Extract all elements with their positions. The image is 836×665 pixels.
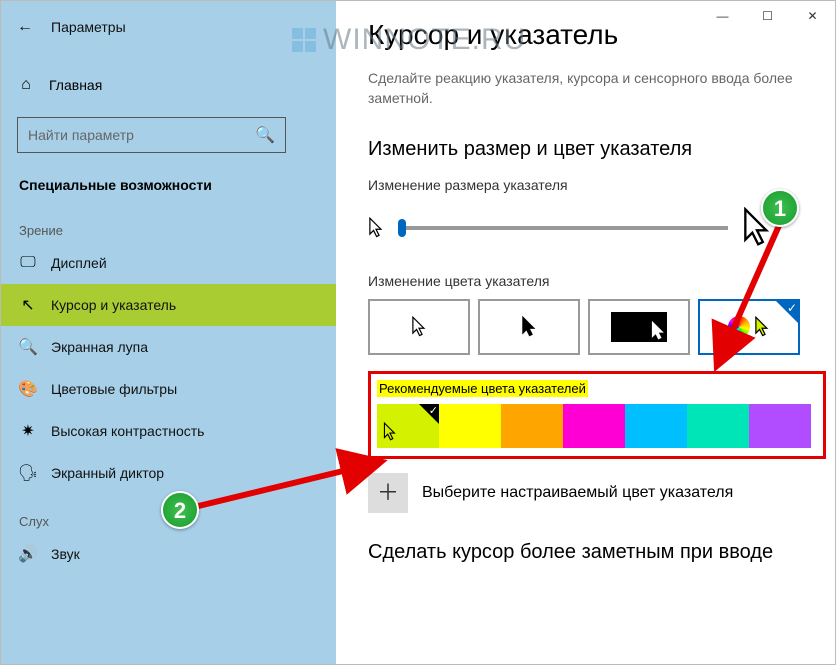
display-icon: 🖵 [19, 254, 37, 272]
color-swatch-0[interactable] [377, 404, 439, 448]
add-custom-color-button[interactable]: ＋ [368, 473, 408, 513]
sidebar-item-label: Дисплей [51, 255, 107, 271]
sidebar-item-color-filters[interactable]: 🎨 Цветовые фильтры [1, 368, 336, 410]
sidebar-item-narrator[interactable]: 🗣 Экранный диктор [1, 452, 336, 494]
sidebar-item-cursor[interactable]: ↖ Курсор и указатель [1, 284, 336, 326]
window-title: Параметры [51, 19, 126, 35]
sound-icon: 🔊 [19, 545, 37, 563]
sidebar-item-sound[interactable]: 🔊 Звук [1, 533, 336, 575]
pointer-color-black[interactable] [478, 299, 580, 355]
pointer-color-inverted[interactable] [588, 299, 690, 355]
sub-size-heading: Изменение размера указателя [368, 177, 835, 193]
annotation-badge-1: 1 [761, 189, 799, 227]
palette-icon: 🎨 [19, 380, 37, 398]
cursor-small-icon [368, 217, 384, 239]
sidebar-item-display[interactable]: 🖵 Дисплей [1, 242, 336, 284]
pointer-color-white[interactable] [368, 299, 470, 355]
add-custom-color-label: Выберите настраиваемый цвет указателя [422, 484, 733, 502]
section-visible-heading: Сделать курсор более заметным при вводе [368, 541, 835, 564]
sidebar-item-label: Экранная лупа [51, 339, 148, 355]
pointer-color-custom[interactable] [698, 299, 800, 355]
pointer-size-slider[interactable] [398, 226, 728, 230]
sub-color-heading: Изменение цвета указателя [368, 273, 835, 289]
check-icon [419, 404, 439, 424]
category-heading: Специальные возможности [1, 153, 336, 203]
color-swatch-6[interactable] [749, 404, 811, 448]
back-icon[interactable]: ← [17, 18, 33, 36]
color-swatch-4[interactable] [625, 404, 687, 448]
color-swatch-5[interactable] [687, 404, 749, 448]
narrator-icon: 🗣 [19, 464, 37, 482]
check-icon [776, 301, 798, 323]
sidebar-item-label: Высокая контрастность [51, 423, 204, 439]
group-vision-heading: Зрение [1, 203, 336, 242]
sidebar-item-magnifier[interactable]: 🔍 Экранная лупа [1, 326, 336, 368]
color-swatch-1[interactable] [439, 404, 501, 448]
search-icon: 🔍 [255, 125, 275, 145]
sidebar-item-label: Звук [51, 546, 80, 562]
magnifier-icon: 🔍 [19, 338, 37, 356]
home-icon: ⌂ [17, 76, 35, 94]
recommended-colors-box: Рекомендуемые цвета указателей [368, 371, 826, 459]
slider-thumb[interactable] [398, 219, 406, 237]
close-button[interactable]: ✕ [790, 1, 835, 31]
minimize-button[interactable]: — [700, 1, 745, 31]
color-wheel-icon [728, 316, 750, 338]
cursor-preview-icon [383, 422, 397, 446]
section-size-heading: Изменить размер и цвет указателя [368, 138, 808, 161]
search-input[interactable]: Найти параметр 🔍 [17, 117, 286, 153]
color-swatch-2[interactable] [501, 404, 563, 448]
sidebar-item-label: Цветовые фильтры [51, 381, 177, 397]
annotation-badge-2: 2 [161, 491, 199, 529]
color-swatch-3[interactable] [563, 404, 625, 448]
home-label: Главная [49, 77, 102, 93]
recommended-colors-label: Рекомендуемые цвета указателей [377, 380, 588, 397]
sidebar-item-label: Экранный диктор [51, 465, 164, 481]
search-placeholder: Найти параметр [28, 127, 255, 143]
page-description: Сделайте реакцию указателя, курсора и се… [368, 69, 808, 108]
sidebar-item-label: Курсор и указатель [51, 297, 176, 313]
contrast-icon: ✷ [19, 422, 37, 440]
maximize-button[interactable]: ☐ [745, 1, 790, 31]
home-link[interactable]: ⌂ Главная [1, 63, 336, 107]
sidebar-item-contrast[interactable]: ✷ Высокая контрастность [1, 410, 336, 452]
cursor-icon: ↖ [19, 296, 37, 314]
